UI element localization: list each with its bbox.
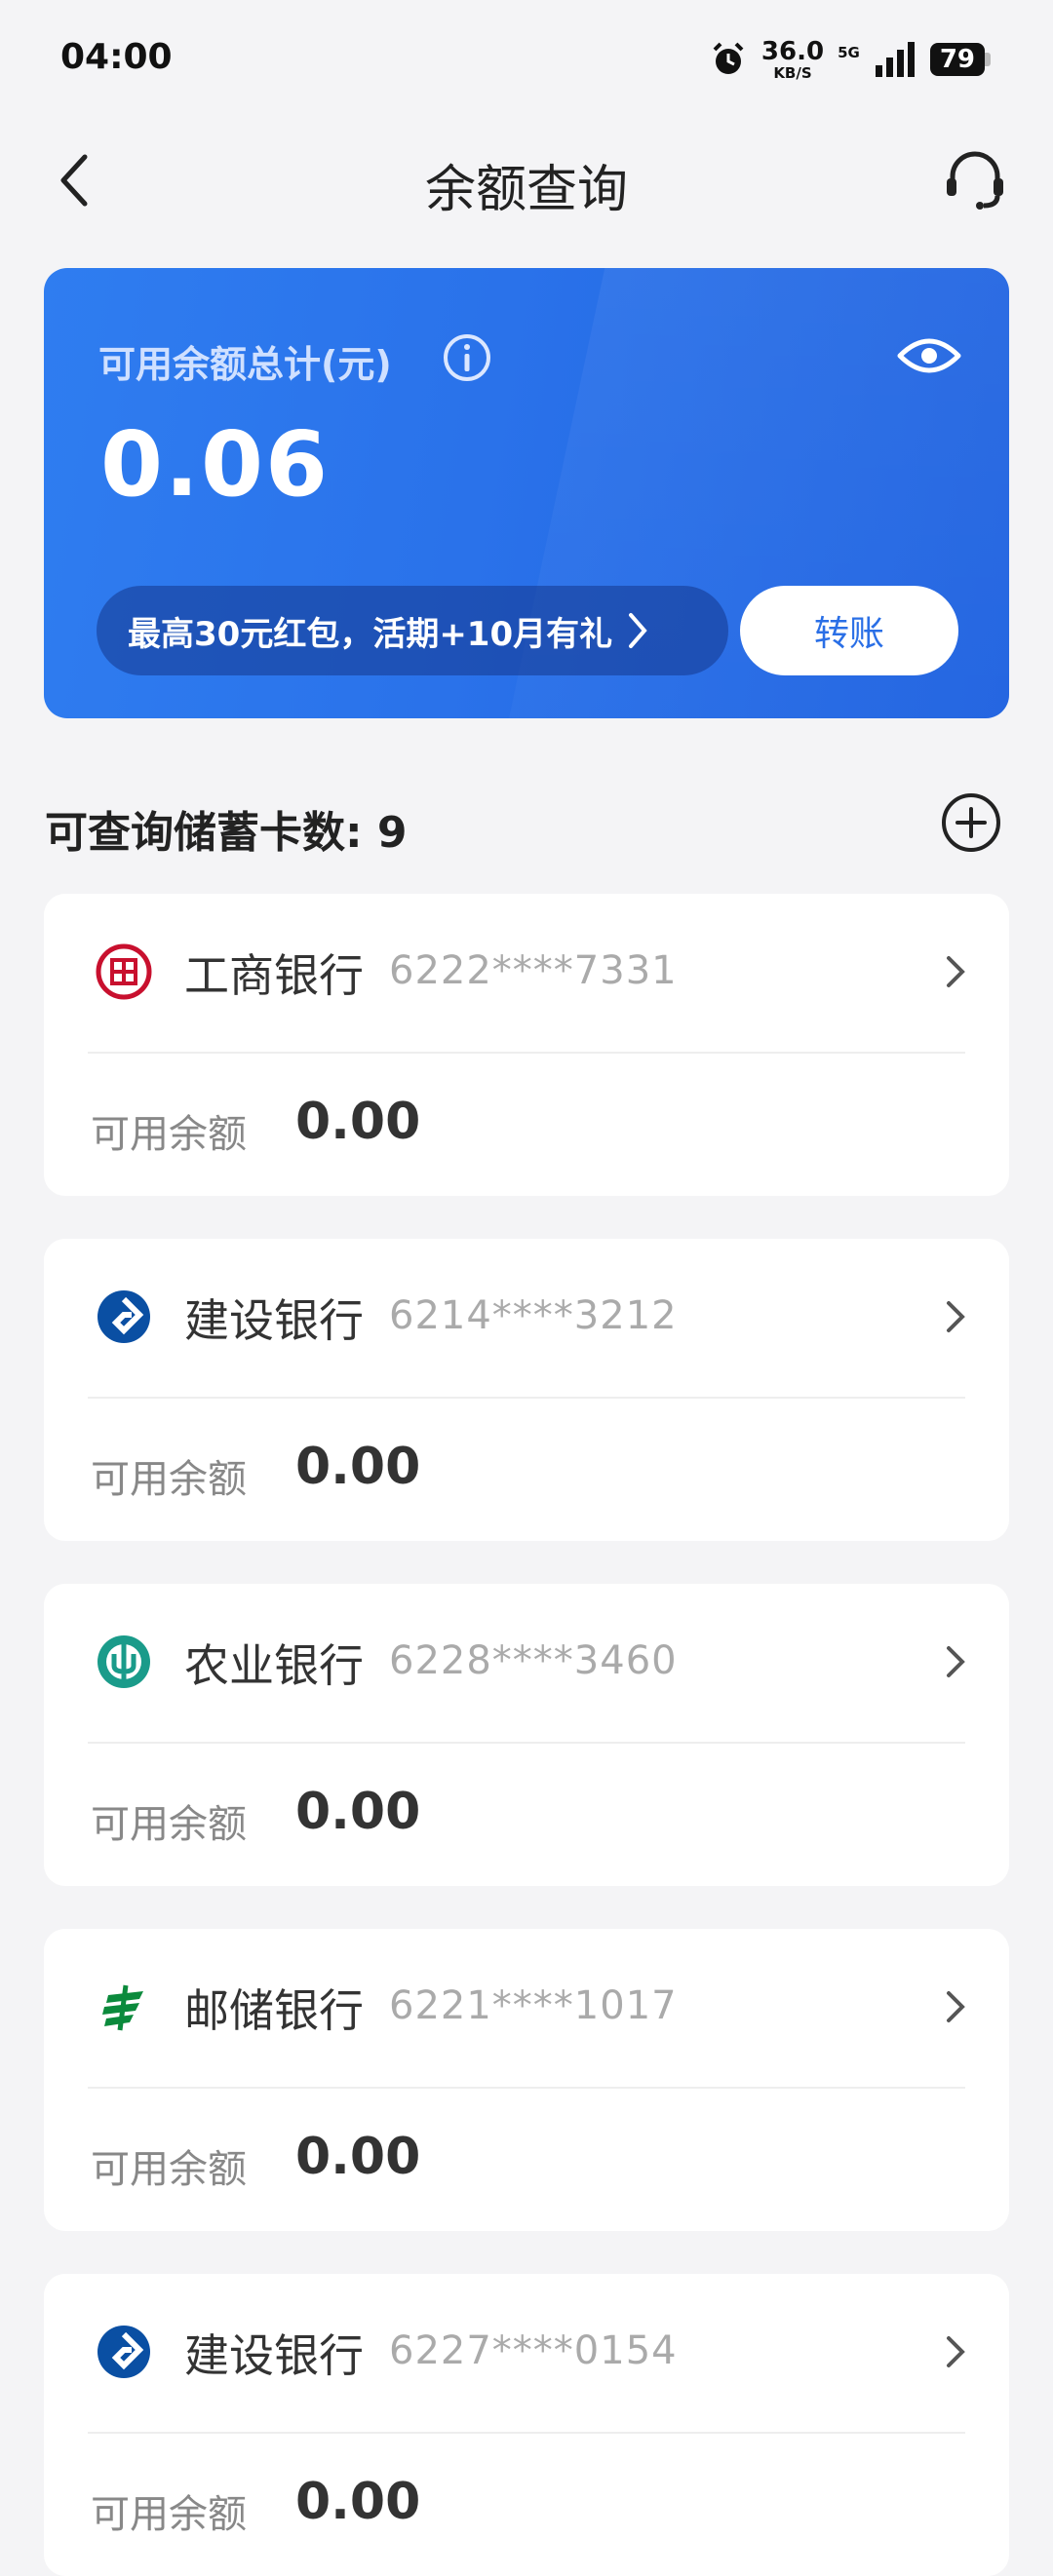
- available-balance-label: 可用余额: [91, 1457, 247, 1502]
- net-type: 5G: [838, 44, 860, 61]
- divider: [88, 2432, 965, 2434]
- net-speed: 36.0 KB/S: [761, 39, 824, 81]
- bank-card[interactable]: 工商银行 6222****7331 可用余额 0.00: [44, 894, 1009, 1196]
- chevron-right-icon: [947, 2336, 965, 2367]
- available-balance-value: 0.00: [295, 1438, 421, 1496]
- battery-level: 79: [929, 43, 985, 76]
- status-icons: 36.0 KB/S 5G 79: [709, 35, 991, 84]
- info-icon[interactable]: [442, 332, 492, 383]
- header: 余额查询: [0, 127, 1053, 234]
- bank-card-header[interactable]: 邮储银行 6221****1017: [44, 1929, 1009, 2087]
- customer-service-button[interactable]: [936, 140, 1014, 218]
- divider: [88, 2087, 965, 2089]
- balance-summary-card: 可用余额总计(元) 0.06 最高30元红包，活期+10月有礼 转账: [44, 268, 1009, 718]
- total-balance-amount: 0.06: [100, 412, 330, 517]
- chevron-right-icon: [947, 1646, 965, 1677]
- divider: [88, 1052, 965, 1054]
- chevron-right-icon: [947, 1991, 965, 2022]
- total-balance-label: 可用余额总计(元): [98, 343, 392, 386]
- bank-card[interactable]: 邮储银行 6221****1017 可用余额 0.00: [44, 1929, 1009, 2231]
- promo-text: 最高30元红包，活期+10月有礼: [128, 614, 613, 654]
- card-number: 6227****0154: [389, 2328, 678, 2373]
- add-card-button[interactable]: [940, 791, 1002, 854]
- bank-name: 工商银行: [184, 949, 364, 1002]
- available-balance-value: 0.00: [295, 2473, 421, 2531]
- page-title: 余额查询: [424, 161, 628, 219]
- available-balance-label: 可用余额: [91, 1802, 247, 1847]
- available-balance-label: 可用余额: [91, 2147, 247, 2192]
- bank-card-header[interactable]: 农业银行 6228****3460: [44, 1584, 1009, 1742]
- bank-card[interactable]: 建设银行 6214****3212 可用余额 0.00: [44, 1239, 1009, 1541]
- bank-card-header[interactable]: 建设银行 6214****3212: [44, 1239, 1009, 1397]
- available-balance-value: 0.00: [295, 1093, 421, 1151]
- headset-icon: [947, 151, 1003, 210]
- battery-cap: [985, 53, 991, 66]
- status-bar: 04:00 36.0 KB/S 5G 79: [0, 0, 1053, 117]
- promo-banner[interactable]: 最高30元红包，活期+10月有礼: [97, 586, 728, 675]
- icbc-logo-icon: [96, 943, 152, 1000]
- bank-name: 邮储银行: [184, 1984, 364, 2037]
- bank-card[interactable]: 建设银行 6227****0154 可用余额 0.00: [44, 2274, 1009, 2576]
- bank-name: 农业银行: [184, 1639, 364, 1692]
- eye-icon[interactable]: [896, 328, 962, 383]
- chevron-right-icon: [947, 956, 965, 987]
- divider: [88, 1397, 965, 1399]
- alarm-icon: [713, 42, 744, 74]
- available-balance-label: 可用余额: [91, 1112, 247, 1157]
- signal-icon: [875, 42, 915, 77]
- bank-card-header[interactable]: 工商银行 6222****7331: [44, 894, 1009, 1052]
- transfer-button[interactable]: 转账: [740, 586, 958, 675]
- psbc-logo-icon: [102, 1984, 143, 2031]
- available-balance-value: 0.00: [295, 1783, 421, 1841]
- abc-logo-icon: [98, 1635, 150, 1688]
- bank-name: 建设银行: [184, 1294, 364, 1347]
- card-number: 6228****3460: [389, 1638, 678, 1683]
- card-number: 6222****7331: [389, 948, 678, 993]
- card-number: 6221****1017: [389, 1983, 678, 2028]
- battery-indicator: 79: [929, 43, 991, 76]
- card-count-title: 可查询储蓄卡数: 9: [45, 808, 408, 858]
- net-speed-unit: KB/S: [773, 63, 812, 82]
- status-time: 04:00: [60, 37, 173, 77]
- divider: [88, 1742, 965, 1744]
- chevron-right-icon: [629, 613, 647, 648]
- available-balance-value: 0.00: [295, 2128, 421, 2186]
- card-number: 6214****3212: [389, 1293, 678, 1338]
- ccb-logo-icon: [98, 2326, 150, 2378]
- bank-card-header[interactable]: 建设银行 6227****0154: [44, 2274, 1009, 2432]
- bank-card[interactable]: 农业银行 6228****3460 可用余额 0.00: [44, 1584, 1009, 1886]
- available-balance-label: 可用余额: [91, 2492, 247, 2537]
- bank-name: 建设银行: [184, 2329, 364, 2382]
- chevron-right-icon: [947, 1301, 965, 1332]
- ccb-logo-icon: [98, 1290, 150, 1343]
- net-speed-value: 36.0: [760, 36, 825, 66]
